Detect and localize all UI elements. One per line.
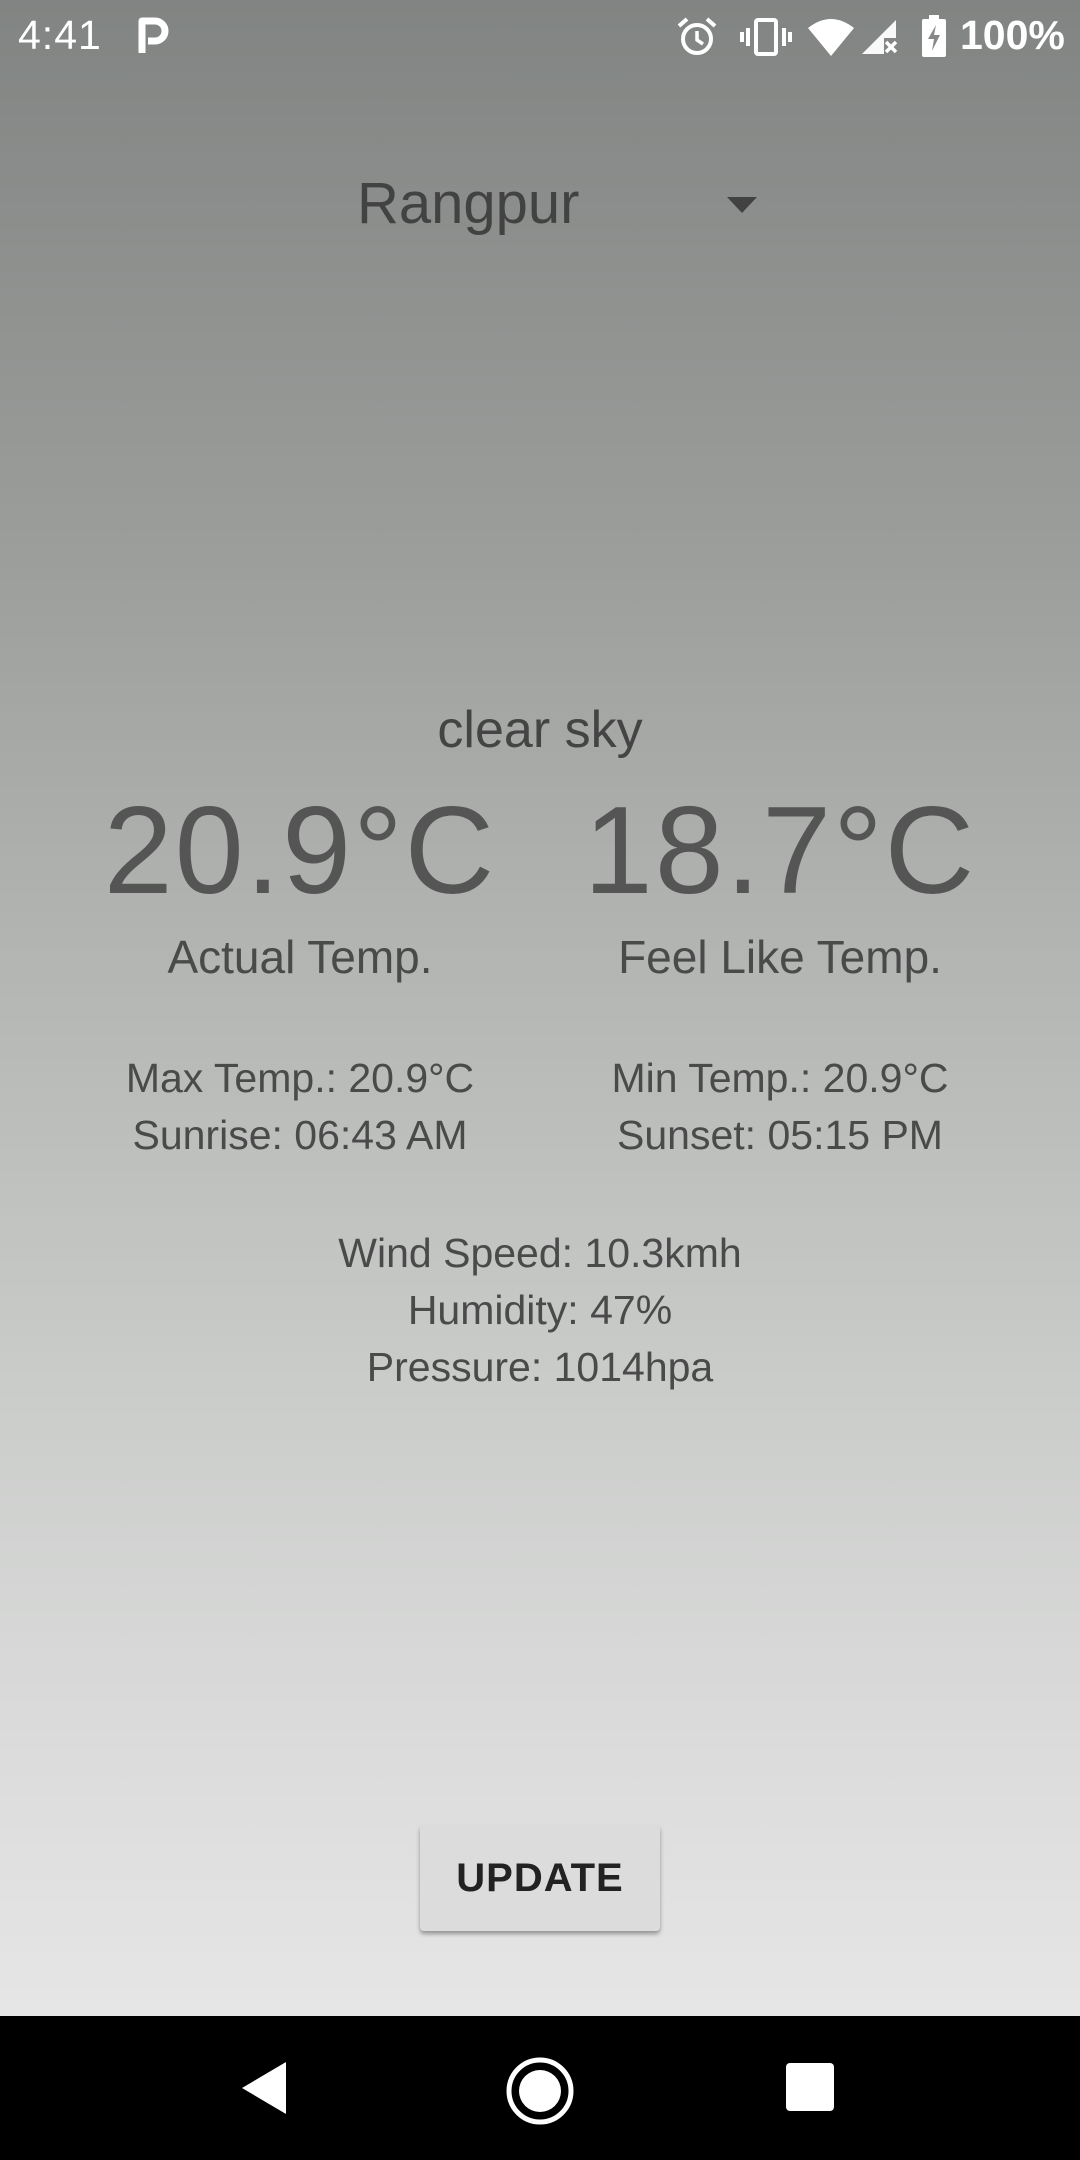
status-time: 4:41: [18, 12, 102, 58]
vibrate-icon: [740, 18, 792, 56]
selected-city: Rangpur: [357, 171, 580, 236]
update-button[interactable]: UPDATE: [420, 1825, 660, 1931]
pressure: Pressure: 1014hpa: [366, 1344, 714, 1390]
dropdown-arrow-icon: [727, 197, 757, 213]
parking-icon: [138, 17, 169, 53]
back-icon[interactable]: [240, 2060, 290, 2116]
sunset: Sunset: 05:15 PM: [617, 1112, 943, 1158]
feels-like-temp-label: Feel Like Temp.: [618, 931, 942, 983]
alarm-icon: [677, 17, 717, 55]
navigation-bar: [0, 2016, 1080, 2160]
actual-temp-label: Actual Temp.: [167, 931, 433, 983]
wifi-icon: [808, 19, 854, 56]
recents-icon[interactable]: [786, 2063, 834, 2111]
battery-charging-icon: [922, 15, 946, 57]
signal-icon: [862, 20, 898, 54]
min-temp: Min Temp.: 20.9°C: [611, 1055, 949, 1101]
actual-temp-value: 20.9°C: [103, 782, 497, 920]
humidity: Humidity: 47%: [407, 1287, 673, 1333]
max-temp: Max Temp.: 20.9°C: [125, 1055, 475, 1101]
home-icon[interactable]: [505, 2056, 575, 2126]
feels-like-temp-value: 18.7°C: [583, 782, 977, 920]
battery-percentage: 100%: [960, 12, 1065, 58]
wind-speed: Wind Speed: 10.3kmh: [338, 1230, 742, 1276]
sunrise: Sunrise: 06:43 AM: [132, 1112, 468, 1158]
city-dropdown[interactable]: Rangpur: [345, 160, 765, 250]
weather-condition: clear sky: [437, 701, 643, 759]
status-bar: 4:41 100%: [0, 0, 1080, 72]
